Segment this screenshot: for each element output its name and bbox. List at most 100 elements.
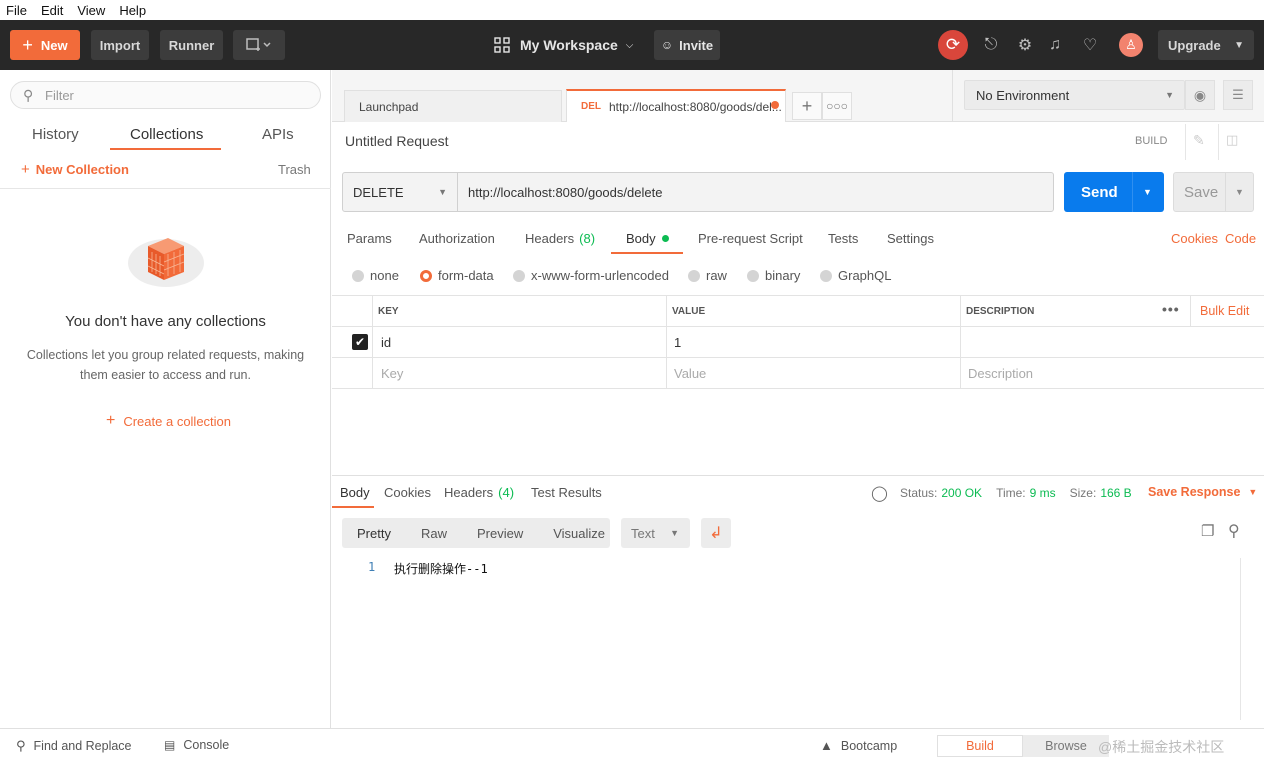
tab-options-button[interactable]: ○○○	[822, 92, 852, 120]
plus-icon: +	[21, 161, 30, 178]
row-key[interactable]: id	[381, 335, 391, 350]
tab-collections[interactable]: Collections	[130, 126, 203, 143]
radio-urlencoded[interactable]: x-www-form-urlencoded	[513, 268, 669, 283]
tab-authorization[interactable]: Authorization	[419, 231, 495, 246]
tab-history[interactable]: History	[32, 126, 79, 143]
find-replace-button[interactable]: ⚲ Find and Replace	[16, 738, 132, 754]
row-value[interactable]: 1	[674, 335, 681, 350]
save-response-button[interactable]: Save Response ▼	[1148, 485, 1257, 499]
new-tab-button[interactable]: +	[792, 92, 822, 120]
bell-icon: ♫	[1049, 36, 1061, 53]
response-body-text[interactable]: 执行删除操作--1	[394, 560, 488, 577]
menu-edit[interactable]: Edit	[41, 3, 63, 18]
build-mode-button[interactable]: Build	[937, 735, 1023, 757]
caret-down-icon: ▼	[670, 528, 679, 538]
tab-tests[interactable]: Tests	[828, 231, 858, 246]
time-value[interactable]: 9 ms	[1030, 486, 1056, 500]
menu-view[interactable]: View	[77, 3, 105, 18]
search-icon: ⚲	[1228, 523, 1240, 540]
sync-status-button[interactable]: ⟳	[938, 30, 968, 60]
status-value[interactable]: 200 OK	[941, 486, 982, 500]
response-tab-cookies[interactable]: Cookies	[384, 485, 431, 500]
new-window-button[interactable]	[233, 30, 285, 60]
code-link[interactable]: Code	[1225, 231, 1256, 246]
radio-none[interactable]: none	[352, 268, 399, 283]
empty-state-desc-2: them easier to access and run.	[80, 368, 251, 382]
radio-binary[interactable]: binary	[747, 268, 800, 283]
workspace-switcher[interactable]: My Workspace ⌵	[494, 35, 633, 55]
edit-button[interactable]: ✎	[1193, 132, 1205, 149]
new-key-input[interactable]: Key	[381, 366, 403, 381]
environment-quick-look-button[interactable]: ◉	[1185, 80, 1215, 110]
save-button[interactable]: Save ▼	[1173, 172, 1254, 212]
heart-button[interactable]: ♡	[1080, 35, 1100, 55]
response-tab-test-results[interactable]: Test Results	[531, 485, 602, 500]
response-tab-headers[interactable]: Headers (4)	[444, 485, 514, 500]
tab-settings[interactable]: Settings	[887, 231, 934, 246]
build-mode-label: BUILD	[1135, 135, 1168, 147]
view-visualize[interactable]: Visualize	[553, 526, 605, 541]
console-button[interactable]: ▤ Console	[164, 738, 229, 752]
wrap-lines-icon: ↲	[709, 525, 723, 542]
view-preview[interactable]: Preview	[477, 526, 523, 541]
comments-button[interactable]: ◫	[1226, 132, 1238, 148]
radio-form-data[interactable]: form-data	[420, 268, 494, 283]
response-format-select[interactable]: Text ▼	[621, 518, 690, 548]
upgrade-button[interactable]: Upgrade ▼	[1158, 30, 1254, 60]
cookies-link[interactable]: Cookies	[1171, 231, 1218, 246]
tab-params[interactable]: Params	[347, 231, 392, 246]
new-button[interactable]: + New	[10, 30, 80, 60]
plus-icon: +	[106, 412, 116, 429]
tab-body[interactable]: Body	[626, 231, 669, 246]
eye-icon: ◉	[1193, 86, 1207, 103]
create-collection-button[interactable]: + Create a collection	[106, 412, 231, 430]
trash-link[interactable]: Trash	[278, 162, 311, 177]
view-raw[interactable]: Raw	[421, 526, 447, 541]
new-value-input[interactable]: Value	[674, 366, 706, 381]
browse-mode-button[interactable]: Browse	[1023, 735, 1109, 757]
tab-apis[interactable]: APIs	[262, 126, 294, 143]
radio-form-data-label: form-data	[438, 268, 494, 283]
response-tab-body[interactable]: Body	[340, 485, 370, 500]
runner-button[interactable]: Runner	[160, 30, 223, 60]
search-response-button[interactable]: ⚲	[1228, 521, 1240, 541]
size-value[interactable]: 166 B	[1100, 486, 1131, 500]
method-select[interactable]: DELETE ▼	[343, 173, 458, 211]
tab-prerequest-script[interactable]: Pre-request Script	[698, 231, 803, 246]
tab-headers[interactable]: Headers (8)	[525, 231, 595, 246]
invite-button[interactable]: ☺ Invite	[654, 30, 720, 60]
environment-select[interactable]: No Environment ▼	[964, 80, 1185, 110]
column-options-button[interactable]: •••	[1162, 301, 1180, 317]
manage-environments-button[interactable]: ☰	[1223, 80, 1253, 110]
new-collection-button[interactable]: + New Collection	[21, 161, 129, 178]
import-button[interactable]: Import	[91, 30, 149, 60]
user-avatar-icon: ♙	[1125, 37, 1137, 52]
notifications-button[interactable]: ♫	[1045, 35, 1065, 55]
satellite-icon: ⎋	[984, 36, 998, 53]
request-title[interactable]: Untitled Request	[345, 133, 449, 149]
new-description-input[interactable]: Description	[968, 366, 1033, 381]
view-pretty[interactable]: Pretty	[357, 526, 391, 541]
send-button[interactable]: Send ▼	[1064, 172, 1164, 212]
radio-binary-label: binary	[765, 268, 801, 283]
tab-active-request[interactable]: DEL http://localhost:8080/goods/del...	[566, 89, 786, 122]
chevron-down-icon: ⌵	[625, 39, 634, 51]
menu-help[interactable]: Help	[119, 3, 146, 18]
collection-box-icon	[128, 238, 204, 287]
radio-graphql[interactable]: GraphQL	[820, 268, 891, 283]
bulk-edit-link[interactable]: Bulk Edit	[1200, 304, 1249, 318]
radio-raw[interactable]: raw	[688, 268, 727, 283]
filter-input[interactable]: ⚲ Filter	[10, 81, 321, 109]
avatar[interactable]: ♙	[1119, 33, 1143, 57]
wrap-lines-button[interactable]: ↲	[701, 518, 731, 548]
bootcamp-button[interactable]: ▲ Bootcamp	[820, 738, 897, 753]
tab-launchpad[interactable]: Launchpad	[344, 90, 562, 122]
capture-requests-button[interactable]: ⎋	[981, 35, 1001, 55]
copy-response-button[interactable]: ❐	[1201, 522, 1214, 540]
menu-file[interactable]: File	[6, 3, 27, 18]
checkmark-icon: ✔	[354, 335, 366, 349]
url-input[interactable]: http://localhost:8080/goods/delete	[468, 173, 662, 211]
response-scrollbar[interactable]	[1240, 558, 1241, 720]
settings-button[interactable]: ⚙	[1015, 35, 1035, 55]
row-checkbox[interactable]: ✔	[352, 334, 368, 350]
